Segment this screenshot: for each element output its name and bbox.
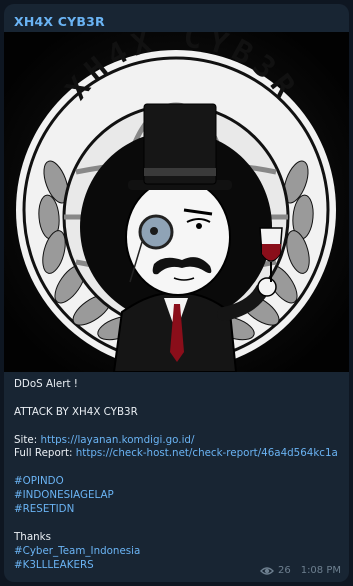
hashtag-link[interactable]: #OPINDO <box>14 475 344 489</box>
post-meta: 26 1:08 PM <box>259 565 341 576</box>
credit-hashtag-link[interactable]: #Cyber_Team_Indonesia <box>14 545 344 559</box>
thanks-text: Thanks <box>14 530 51 543</box>
eye-icon <box>259 566 274 576</box>
post-time: 1:08 PM <box>300 565 341 576</box>
view-count: 26 <box>277 565 291 576</box>
alert-text: DDoS Alert ! <box>14 378 78 390</box>
attack-text: ATTACK BY XH4X CYB3R <box>14 405 138 418</box>
site-link[interactable]: https://layanan.komdigi.go.id/ <box>41 434 195 446</box>
top-hat <box>128 103 232 190</box>
hashtag-link[interactable]: #RESETIDN <box>14 503 344 517</box>
hashtag-link[interactable]: #INDONESIAGELAP <box>14 489 344 503</box>
site-label: Site: <box>14 433 38 446</box>
post-caption: DDoS Alert ! ATTACK BY XH4X CYB3R Site: … <box>14 378 344 572</box>
report-link[interactable]: https://check-host.net/check-report/46a4… <box>76 447 338 459</box>
report-label: Full Report: <box>14 447 73 460</box>
site-line: Site: https://layanan.komdigi.go.id/ <box>14 434 344 448</box>
report-line: Full Report: https://check-host.net/chec… <box>14 447 344 461</box>
post-image[interactable]: XH4X CYB3R <box>4 32 349 372</box>
channel-name[interactable]: XH4X CYB3R <box>14 14 105 29</box>
channel-post: XH4X CYB3R XH4X CYB3R DDoS Alert ! ATTAC… <box>4 4 349 582</box>
xh4x-cyb3r-logo: XH4X CYB3R <box>4 32 349 372</box>
